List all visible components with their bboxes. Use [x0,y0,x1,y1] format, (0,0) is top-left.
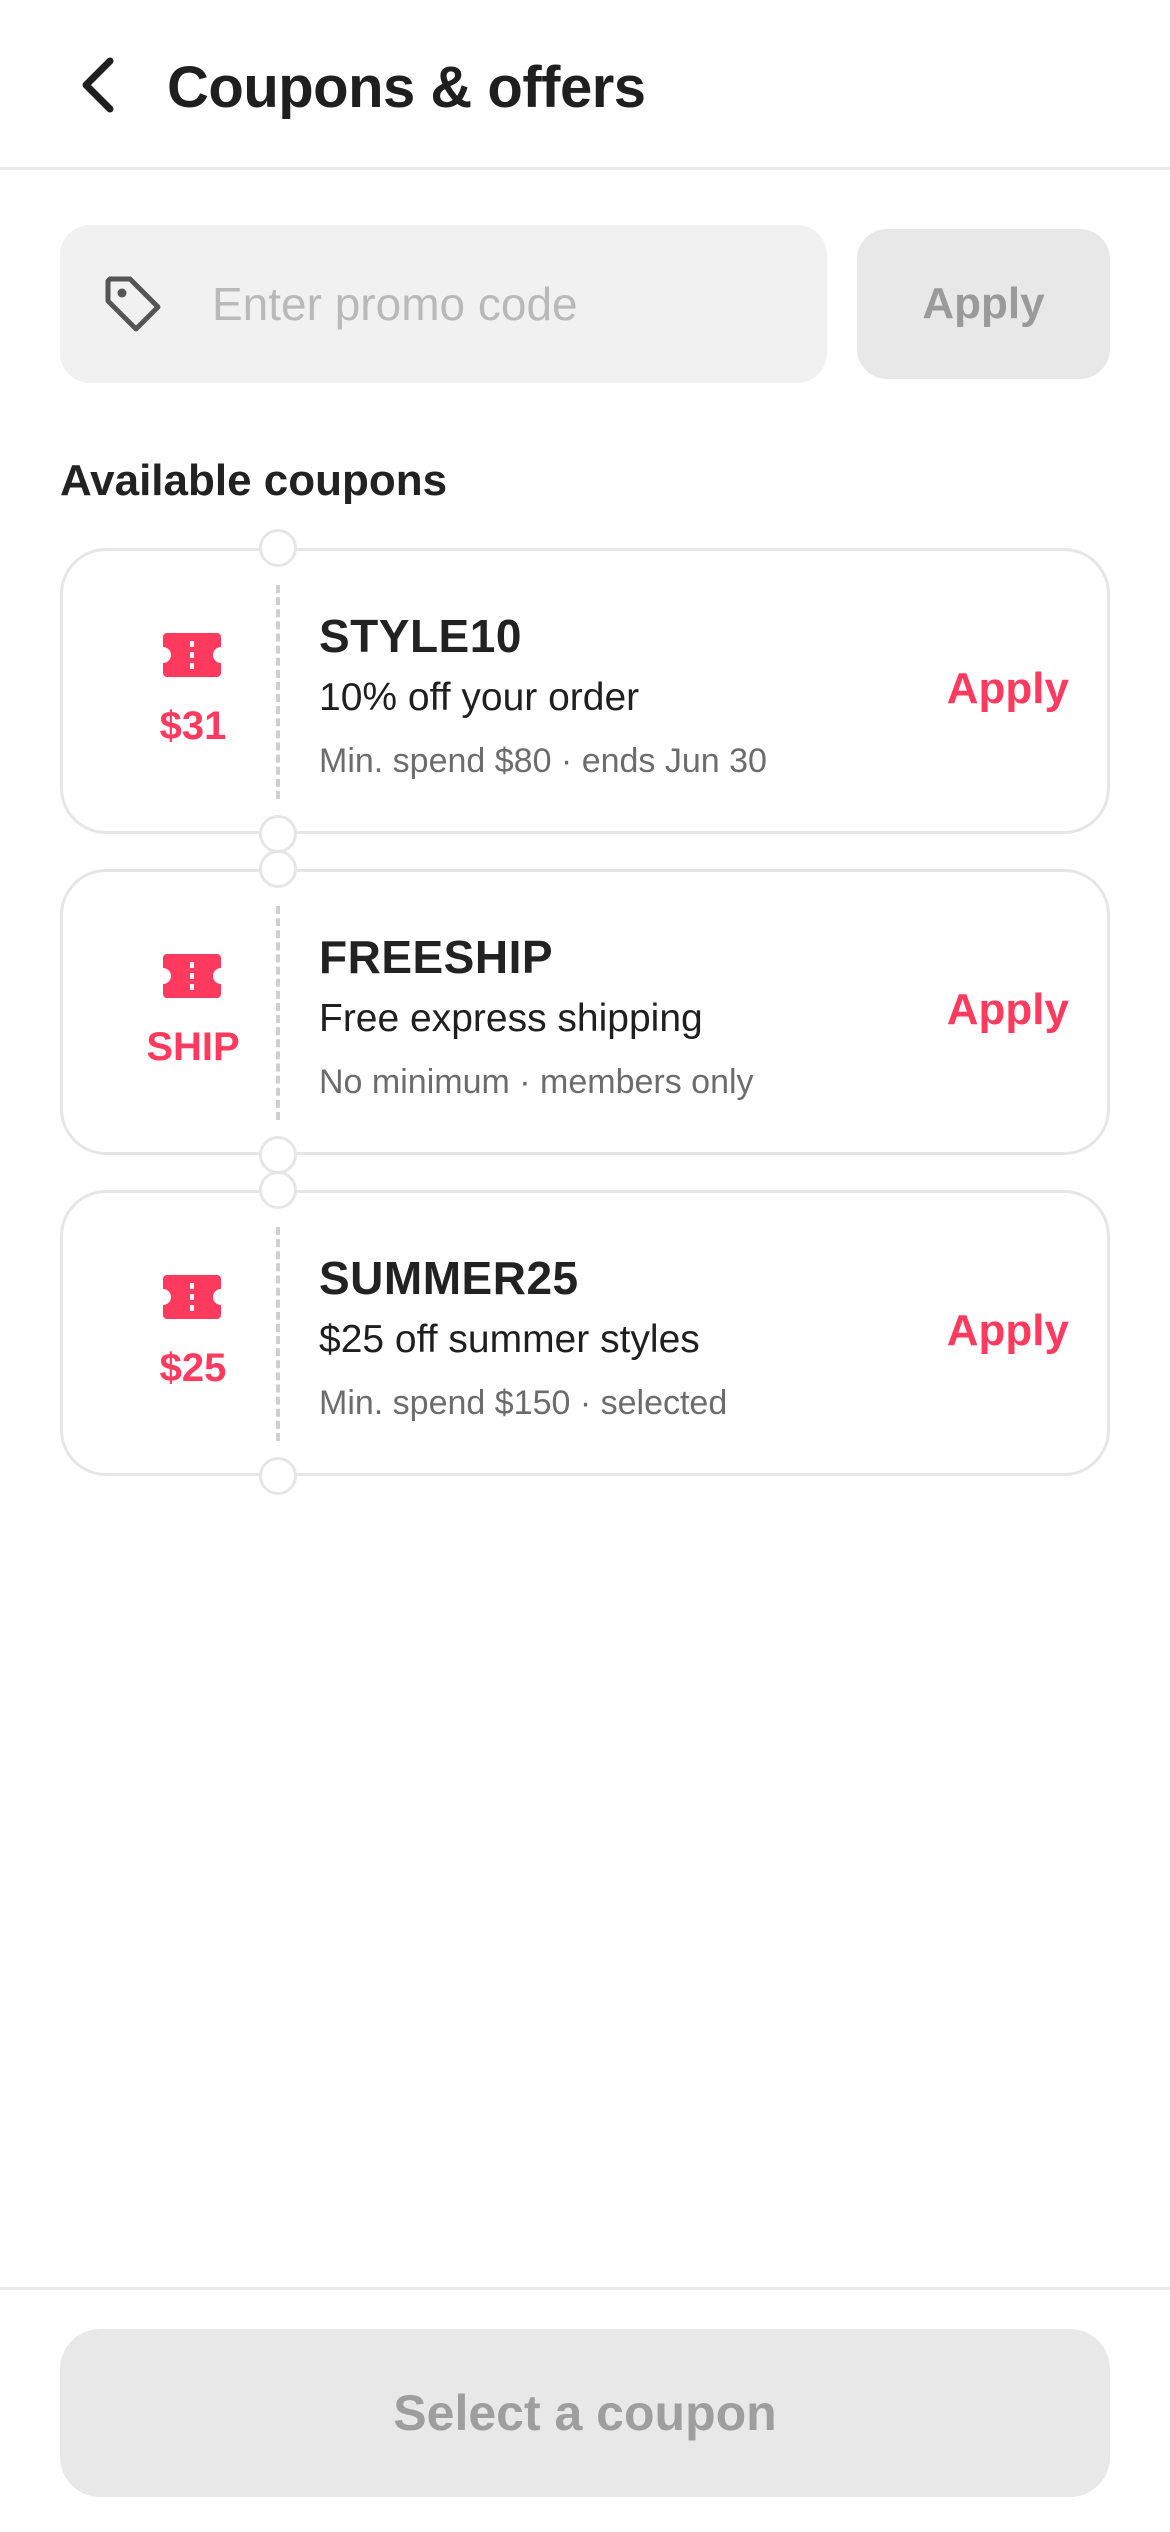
ticket-notch [259,815,297,853]
coupon-badge-value: $31 [159,704,227,748]
coupon-terms: Min. spend $80 · ends Jun 30 [319,742,767,780]
coupon-description: $25 off summer styles [319,1318,700,1361]
coupon-code: FREESHIP [319,931,554,983]
chevron-left-icon [82,57,114,113]
coupon-divider [276,1227,280,1441]
ticket-notch [259,529,297,567]
coupon-divider [276,906,280,1120]
coupon-card-freeship[interactable]: SHIP FREESHIP Free express shipping No m… [60,850,1110,1174]
coupon-code: STYLE10 [319,610,522,662]
apply-coupon-button[interactable]: Apply [947,1301,1069,1361]
ticket-icon [163,1275,221,1319]
bottom-action-bar: Select a coupon [0,2287,1170,2532]
apply-promo-button[interactable]: Apply [857,229,1110,379]
coupon-card-style10[interactable]: $31 STYLE10 10% off your order Min. spen… [60,529,1110,853]
ticket-notch [259,1136,297,1174]
coupon-badge-value: $25 [159,1346,227,1390]
ticket-icon [163,633,221,677]
coupon-terms: Min. spend $150 · selected [319,1384,728,1422]
apply-coupon-button[interactable]: Apply [947,659,1069,719]
apply-coupon-button[interactable]: Apply [947,980,1069,1040]
ticket-notch [259,850,297,888]
promo-code-field[interactable] [60,225,827,383]
ticket-icon [163,954,221,998]
available-coupons-heading: Available coupons [60,456,448,505]
page-title: Coupons & offers [167,55,646,120]
tag-icon [105,276,161,332]
coupon-description: 10% off your order [319,676,640,719]
coupon-badge-value: SHIP [146,1025,240,1069]
select-coupon-button[interactable]: Select a coupon [60,2329,1110,2497]
ticket-notch [259,1171,297,1209]
coupon-description: Free express shipping [319,997,703,1040]
back-button[interactable] [58,45,138,125]
coupon-code: SUMMER25 [319,1252,579,1304]
coupon-divider [276,585,280,799]
promo-code-input[interactable] [212,263,802,345]
coupon-card-summer25[interactable]: $25 SUMMER25 $25 off summer styles Min. … [60,1171,1110,1495]
coupon-terms: No minimum · members only [319,1063,754,1101]
app-header: Coupons & offers [0,0,1170,170]
ticket-notch [259,1457,297,1495]
